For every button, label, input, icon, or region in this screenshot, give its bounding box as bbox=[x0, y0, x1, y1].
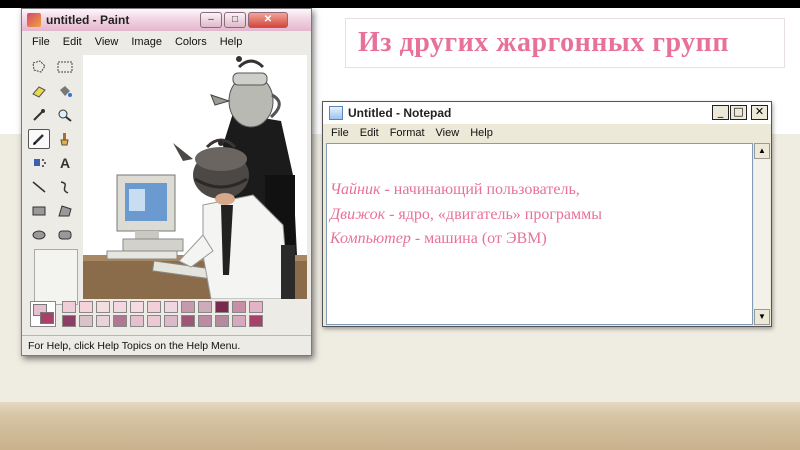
palette-swatch[interactable] bbox=[96, 315, 110, 327]
palette-swatch[interactable] bbox=[249, 301, 263, 313]
notepad-window-title: Untitled - Notepad bbox=[348, 106, 452, 120]
slide-title: Из других жаргонных групп bbox=[345, 18, 785, 68]
palette-swatch[interactable] bbox=[147, 301, 161, 313]
palette-swatch[interactable] bbox=[62, 315, 76, 327]
minimize-button[interactable]: _ bbox=[712, 105, 729, 120]
curve-tool-icon[interactable] bbox=[54, 177, 76, 197]
polygon-tool-icon[interactable] bbox=[54, 201, 76, 221]
palette-swatch[interactable] bbox=[62, 301, 76, 313]
notepad-window: Untitled - Notepad _ □ ✕ File Edit Forma… bbox=[322, 101, 772, 327]
notepad-menu-format[interactable]: Format bbox=[390, 124, 425, 142]
paint-toolbox: A bbox=[26, 55, 80, 305]
paint-menu-image[interactable]: Image bbox=[131, 33, 162, 51]
text-line: Чайник - начинающий пользователь, bbox=[330, 181, 580, 199]
palette-swatch[interactable] bbox=[79, 315, 93, 327]
paint-app-icon bbox=[27, 13, 41, 27]
close-button[interactable]: ✕ bbox=[751, 105, 768, 120]
notepad-menu-file[interactable]: File bbox=[331, 124, 349, 142]
palette-swatch[interactable] bbox=[232, 301, 246, 313]
scroll-up-icon[interactable]: ▲ bbox=[754, 143, 770, 159]
term: Чайник bbox=[330, 181, 381, 198]
notepad-app-icon bbox=[329, 106, 343, 120]
paint-menu-colors[interactable]: Colors bbox=[175, 33, 207, 51]
paint-menu-view[interactable]: View bbox=[95, 33, 119, 51]
tool-options-box[interactable] bbox=[34, 249, 78, 305]
vertical-scrollbar[interactable]: ▲ ▼ bbox=[754, 143, 770, 325]
color-palette bbox=[26, 299, 306, 329]
minimize-button[interactable]: – bbox=[200, 12, 222, 28]
fill-bucket-icon[interactable] bbox=[54, 81, 76, 101]
paint-menu-bar: File Edit View Image Colors Help bbox=[22, 33, 311, 51]
palette-swatch[interactable] bbox=[113, 315, 127, 327]
palette-swatch[interactable] bbox=[198, 301, 212, 313]
background-floor-band bbox=[0, 402, 800, 450]
notepad-menu-view[interactable]: View bbox=[436, 124, 460, 142]
ellipse-tool-icon[interactable] bbox=[28, 225, 50, 245]
background-top-band bbox=[0, 0, 800, 8]
palette-swatch[interactable] bbox=[164, 315, 178, 327]
palette-swatch[interactable] bbox=[130, 315, 144, 327]
term: Движок bbox=[330, 206, 386, 223]
text-tool-icon[interactable]: A bbox=[54, 153, 76, 173]
notepad-title-bar[interactable]: Untitled - Notepad _ □ ✕ bbox=[323, 102, 771, 124]
paint-title-bar[interactable]: untitled - Paint – □ ✕ bbox=[22, 9, 311, 31]
palette-swatch[interactable] bbox=[232, 315, 246, 327]
palette-swatch[interactable] bbox=[147, 315, 161, 327]
airbrush-icon[interactable] bbox=[28, 153, 50, 173]
term: Компьютер bbox=[330, 230, 411, 247]
paint-menu-edit[interactable]: Edit bbox=[63, 33, 82, 51]
palette-swatch[interactable] bbox=[181, 301, 195, 313]
palette-swatch[interactable] bbox=[249, 315, 263, 327]
magnifier-icon[interactable] bbox=[54, 105, 76, 125]
palette-swatch[interactable] bbox=[113, 301, 127, 313]
eraser-icon[interactable] bbox=[28, 81, 50, 101]
paint-menu-file[interactable]: File bbox=[32, 33, 50, 51]
scroll-down-icon[interactable]: ▼ bbox=[754, 309, 770, 325]
paint-window-title: untitled - Paint bbox=[46, 13, 130, 27]
palette-swatch[interactable] bbox=[96, 301, 110, 313]
definition: - ядро, «двигатель» программы bbox=[385, 206, 603, 223]
brush-icon[interactable] bbox=[54, 129, 76, 149]
definition: - начинающий пользователь, bbox=[380, 181, 580, 198]
current-colors[interactable] bbox=[30, 301, 56, 327]
palette-swatch[interactable] bbox=[215, 301, 229, 313]
teapot-people-illustration bbox=[83, 56, 307, 299]
background-color-swatch bbox=[40, 312, 54, 324]
free-select-icon[interactable] bbox=[28, 57, 50, 77]
pencil-icon[interactable] bbox=[28, 129, 50, 149]
paint-status-bar: For Help, click Help Topics on the Help … bbox=[22, 335, 311, 355]
palette-swatch[interactable] bbox=[164, 301, 178, 313]
definition: - машина (от ЭВМ) bbox=[410, 230, 547, 247]
notepad-menu-bar: File Edit Format View Help bbox=[323, 124, 771, 142]
palette-swatch[interactable] bbox=[198, 315, 212, 327]
text-line: Движок - ядро, «двигатель» программы bbox=[330, 206, 602, 224]
maximize-button[interactable]: □ bbox=[730, 105, 747, 120]
color-picker-icon[interactable] bbox=[28, 105, 50, 125]
notepad-menu-edit[interactable]: Edit bbox=[360, 124, 379, 142]
notepad-menu-help[interactable]: Help bbox=[470, 124, 493, 142]
line-tool-icon[interactable] bbox=[28, 177, 50, 197]
palette-swatch[interactable] bbox=[181, 315, 195, 327]
palette-swatch[interactable] bbox=[215, 315, 229, 327]
palette-swatch[interactable] bbox=[130, 301, 144, 313]
rect-select-icon[interactable] bbox=[54, 57, 76, 77]
rectangle-tool-icon[interactable] bbox=[28, 201, 50, 221]
paint-canvas[interactable] bbox=[83, 55, 307, 299]
paint-window-controls: – □ ✕ bbox=[200, 12, 288, 28]
paint-window: untitled - Paint – □ ✕ File Edit View Im… bbox=[21, 8, 312, 356]
rounded-rect-tool-icon[interactable] bbox=[54, 225, 76, 245]
notepad-window-controls: _ □ ✕ bbox=[712, 105, 768, 120]
close-button[interactable]: ✕ bbox=[248, 12, 288, 28]
paint-menu-help[interactable]: Help bbox=[220, 33, 243, 51]
text-line: Компьютер - машина (от ЭВМ) bbox=[330, 230, 547, 248]
notepad-text-area[interactable]: Чайник - начинающий пользователь, Движок… bbox=[326, 143, 753, 325]
palette-swatch[interactable] bbox=[79, 301, 93, 313]
maximize-button[interactable]: □ bbox=[224, 12, 246, 28]
